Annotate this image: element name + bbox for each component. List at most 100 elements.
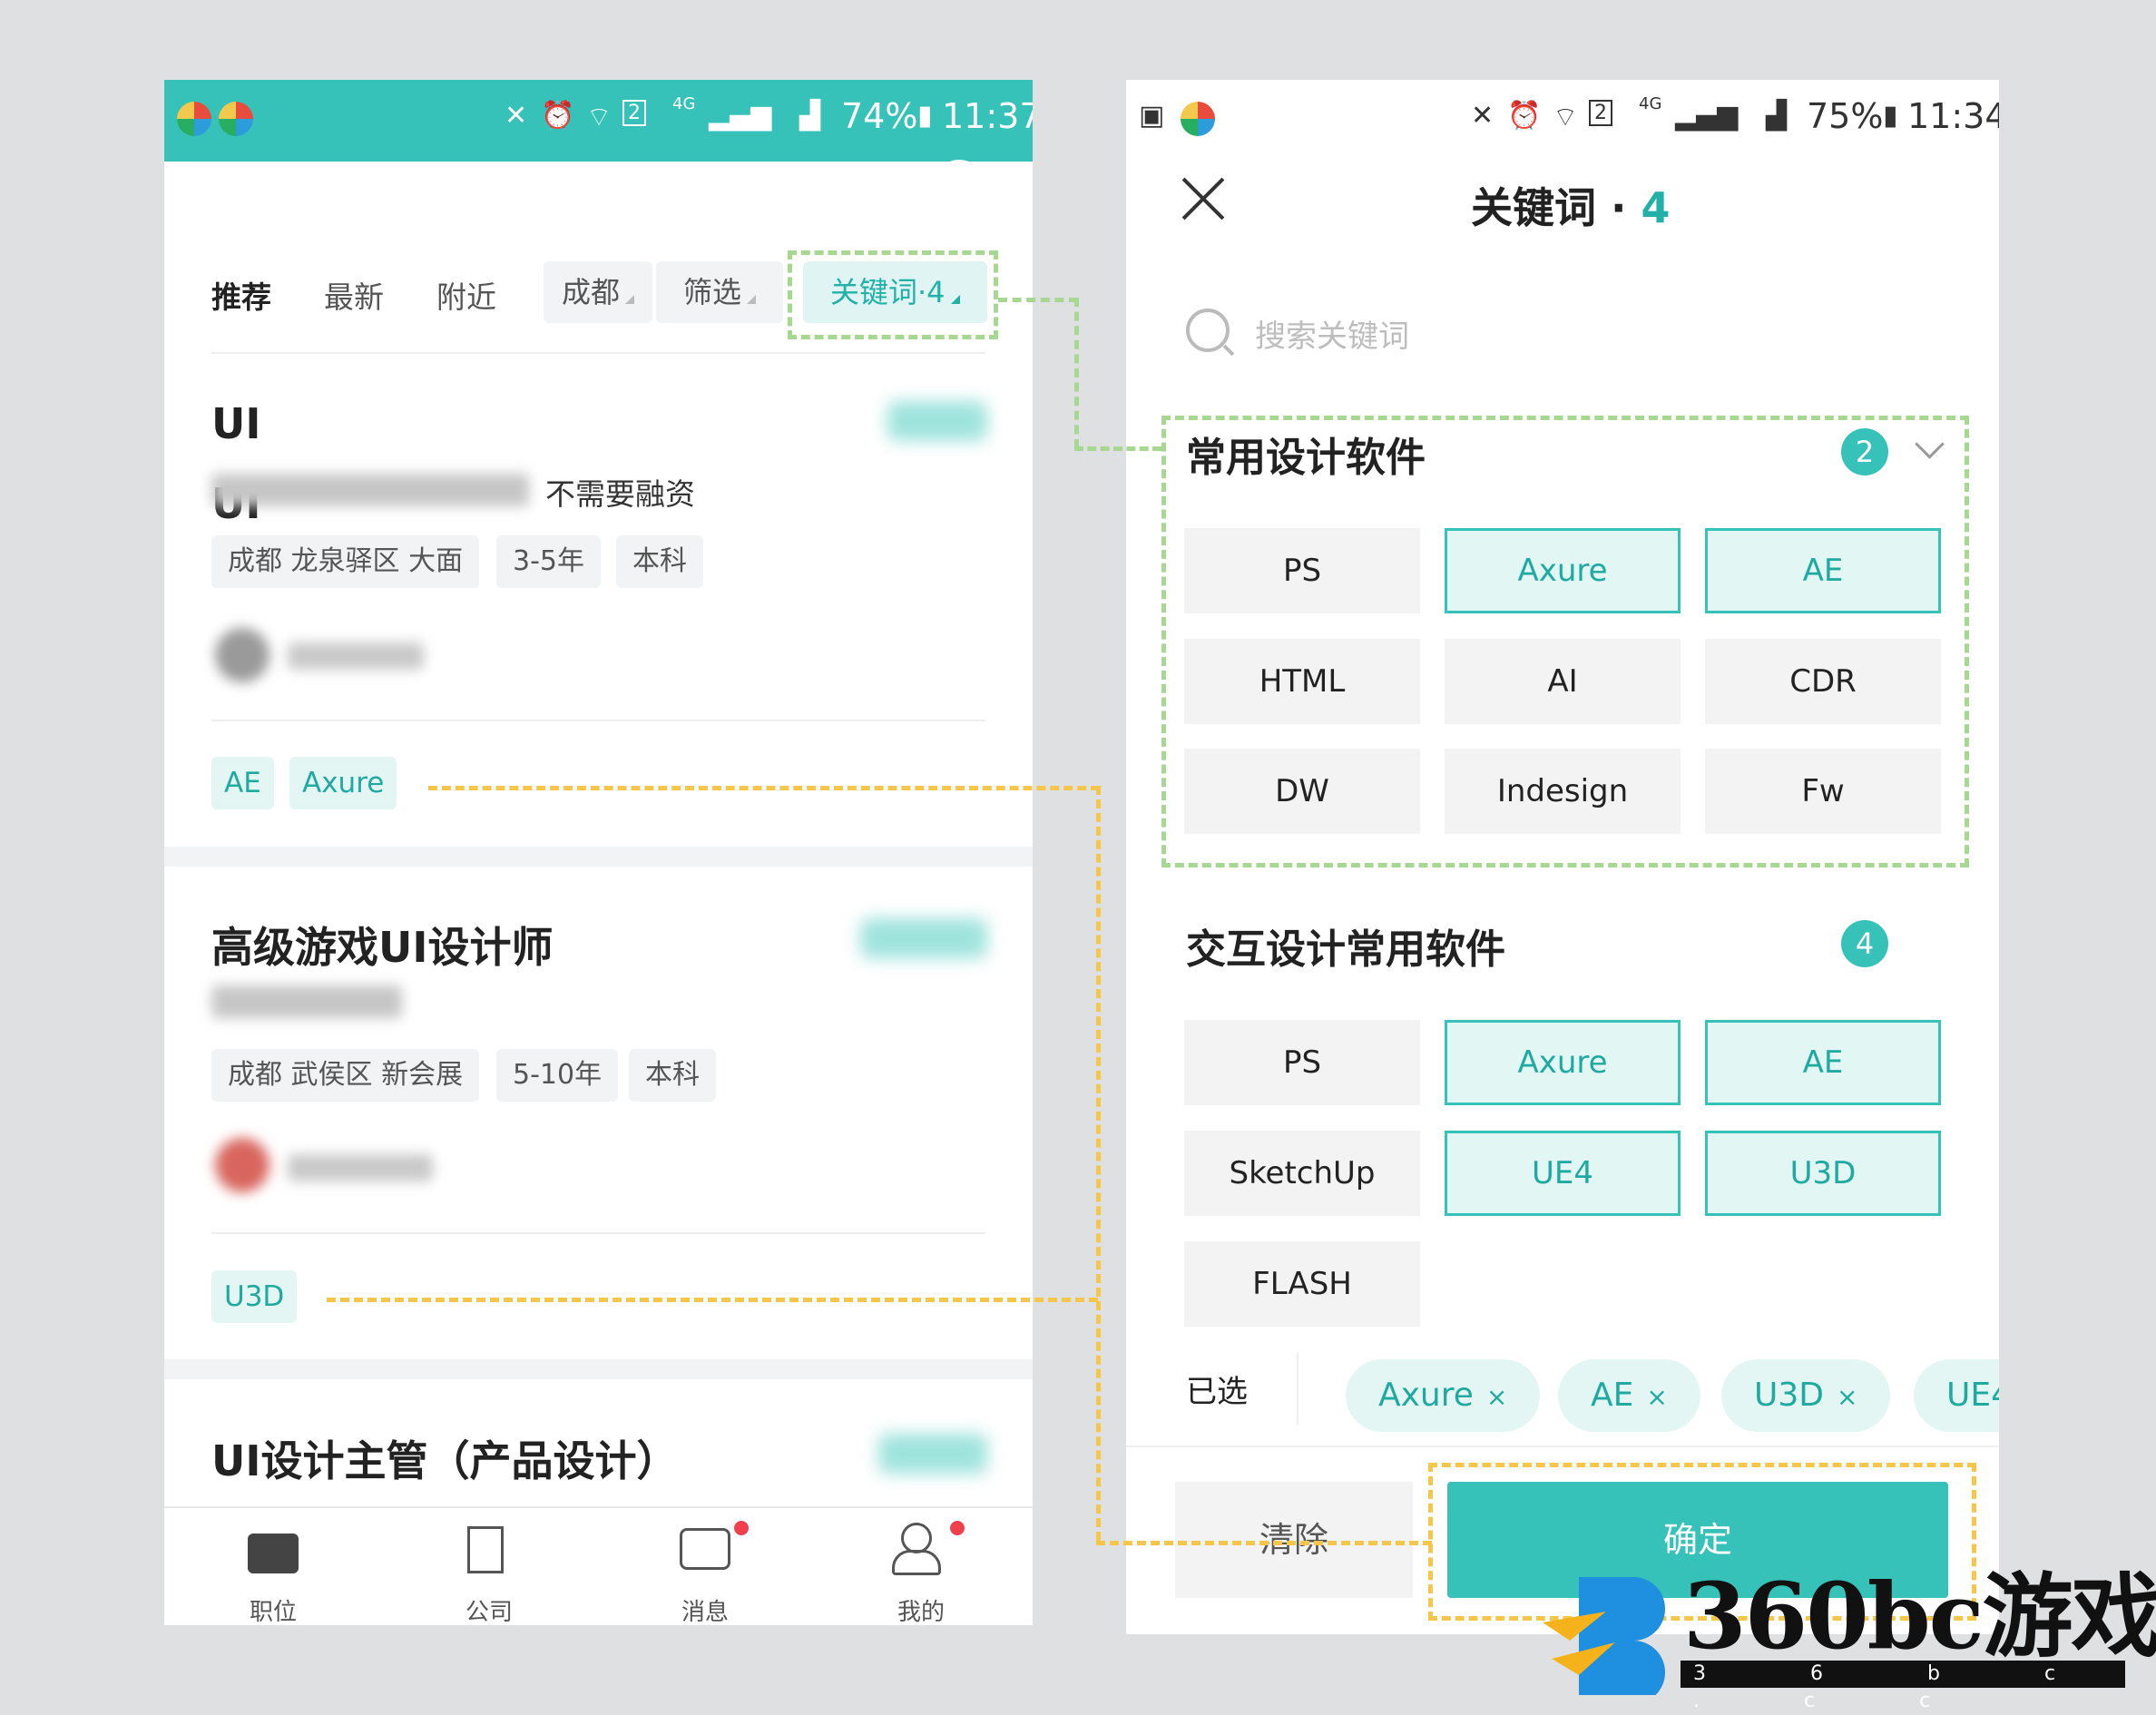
salary-blurred — [860, 918, 987, 958]
filter-button[interactable]: 筛选 — [656, 261, 784, 323]
connector-line — [327, 1298, 1098, 1302]
job-title: UI设计主管（产品设计） — [211, 1436, 679, 1485]
close-icon[interactable] — [1182, 178, 1224, 220]
avatar — [215, 1138, 270, 1192]
keyword-option[interactable]: PS — [1184, 1020, 1420, 1105]
location-tag: 成都 龙泉驿区 大面 — [211, 535, 480, 588]
title-bar: UI设计师 — [164, 80, 1033, 240]
watermark-url: 3 6 b c . c c — [1681, 1661, 2125, 1712]
keyword-option-selected[interactable]: AE — [1705, 1020, 1941, 1105]
selected-label: 已选 — [1186, 1374, 1248, 1410]
wifi-icon: ⌔ — [1553, 102, 1579, 133]
company-name-blurred — [211, 985, 402, 1018]
selected-chip[interactable]: AE × — [1558, 1359, 1700, 1432]
search-icon[interactable] — [936, 160, 983, 207]
image-icon: ▣ — [1139, 100, 1165, 132]
signal-icon: ▂▄▆ — [1675, 100, 1739, 132]
panel-title: 关键词 · 4 — [1471, 175, 1671, 235]
keyword-tag: AE — [211, 757, 274, 809]
section-gap — [164, 1359, 1033, 1379]
nav-label: 消息 — [681, 1599, 729, 1625]
divider — [908, 166, 910, 206]
person-icon — [901, 1523, 932, 1553]
remove-icon[interactable]: × — [1646, 1382, 1667, 1412]
filter-label: 筛选 — [683, 275, 742, 309]
watermark-text: 360bc游戏 — [1683, 1563, 2156, 1670]
selected-count: 4 — [1641, 183, 1671, 232]
clock: 11:34 — [1907, 96, 1999, 136]
divider — [1126, 1446, 1999, 1447]
section-gap — [164, 847, 1033, 867]
tab-nearby[interactable]: 附近 — [436, 273, 496, 317]
person-icon-body — [892, 1550, 941, 1575]
briefcase-icon — [248, 1534, 299, 1573]
app-notification-icon — [1181, 102, 1215, 136]
alarm-icon: ⏰ — [1507, 100, 1542, 132]
keyword-option[interactable]: SketchUp — [1184, 1131, 1420, 1216]
nav-label: 我的 — [897, 1599, 945, 1625]
mute-icon: ✕ — [1471, 100, 1494, 132]
page-title: UI设计师 — [211, 172, 380, 220]
salary-blurred — [887, 401, 987, 441]
keyword-tag: U3D — [211, 1270, 298, 1323]
dropdown-icon — [625, 295, 635, 304]
nav-profile[interactable]: 我的 — [848, 1508, 994, 1625]
dropdown-icon — [747, 295, 757, 304]
clear-button[interactable]: 清除 — [1175, 1482, 1413, 1598]
connector-line — [1074, 446, 1161, 451]
status-bar: ▣ ✕ ⏰ ⌔ 2 4G ▂▄▆ ▟ 75% ▮ 11:34 — [1126, 80, 1999, 162]
highlight-box — [788, 250, 998, 339]
watermark-logo — [1543, 1577, 1665, 1695]
add-icon[interactable] — [836, 162, 887, 212]
recruiter-name-blurred — [288, 1154, 433, 1181]
group-title: 交互设计常用软件 — [1186, 926, 1505, 973]
keyword-option[interactable]: FLASH — [1184, 1241, 1420, 1327]
network-type: 4G — [1639, 94, 1662, 113]
selected-chip-label: U3D — [1754, 1377, 1824, 1414]
selected-chip-label: UE4 — [1946, 1377, 1999, 1414]
divider — [211, 720, 985, 721]
job-title: UI — [211, 399, 261, 448]
connector-line — [1096, 786, 1101, 1541]
tab-latest[interactable]: 最新 — [324, 273, 384, 317]
nav-jobs[interactable]: 职位 — [201, 1508, 346, 1625]
search-input[interactable]: 搜索关键词 — [1255, 311, 1409, 356]
nav-companies[interactable]: 公司 — [416, 1508, 562, 1625]
city-filter-label: 成都 — [562, 275, 621, 309]
salary-blurred — [878, 1434, 987, 1474]
tab-recommend[interactable]: 推荐 — [211, 273, 271, 317]
connector-line — [1074, 298, 1079, 448]
signal-icon: ▟ — [1766, 100, 1788, 132]
selected-chip[interactable]: U3D × — [1721, 1359, 1891, 1432]
connector-line — [1096, 1541, 1432, 1545]
keyword-option-selected[interactable]: Axure — [1445, 1020, 1681, 1105]
unread-dot — [734, 1521, 749, 1535]
battery-percent: 75% — [1807, 96, 1884, 136]
group-count-badge: 4 — [1841, 920, 1888, 967]
divider — [211, 352, 985, 354]
bottom-nav: 职位 公司 消息 我的 — [164, 1506, 1033, 1625]
divider — [1297, 1353, 1298, 1426]
remove-icon[interactable]: × — [1837, 1382, 1857, 1412]
avatar — [215, 628, 270, 682]
keyword-option-selected[interactable]: UE4 — [1445, 1131, 1681, 1216]
nav-messages[interactable]: 消息 — [632, 1508, 778, 1625]
recruiter-name-blurred — [288, 642, 424, 670]
unread-dot — [950, 1521, 965, 1535]
remove-icon[interactable]: × — [1486, 1382, 1507, 1412]
selected-chip[interactable]: UE4× — [1914, 1359, 1999, 1432]
nav-label: 公司 — [465, 1599, 513, 1625]
sim-icon: 2 — [1589, 100, 1612, 126]
search-icon — [1186, 309, 1230, 352]
job-title: 高级游戏UI设计师 — [211, 923, 554, 972]
panel-title-separator: · — [1596, 183, 1642, 232]
keyword-option-selected[interactable]: U3D — [1705, 1131, 1941, 1216]
selected-chip[interactable]: Axure × — [1346, 1359, 1541, 1432]
company-name-blurred — [211, 474, 529, 506]
city-filter[interactable]: 成都 — [544, 261, 653, 323]
building-icon — [467, 1526, 504, 1573]
highlight-box — [1161, 416, 1969, 867]
experience-tag: 5-10年 — [496, 1049, 619, 1102]
funding-stage: 不需要融资 — [545, 476, 695, 512]
panel-title-text: 关键词 — [1471, 183, 1596, 232]
